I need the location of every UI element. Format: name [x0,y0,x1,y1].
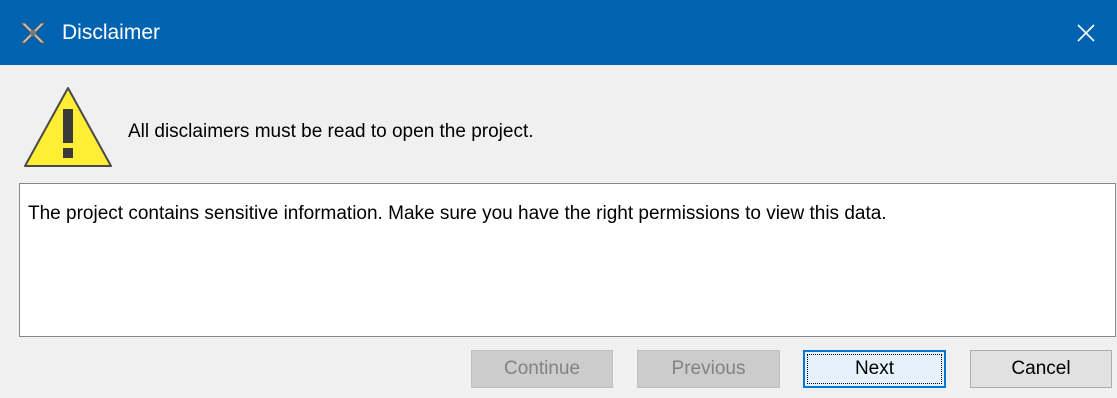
disclaimer-text: The project contains sensitive informati… [28,203,887,224]
next-button-label: Next [854,358,895,379]
title-bar[interactable]: Disclaimer [0,0,1117,65]
satellite-app-icon [19,22,47,44]
close-icon [1077,23,1095,42]
warning-icon [24,87,112,167]
previous-button[interactable]: Previous [637,350,780,388]
continue-button[interactable]: Continue [471,350,613,388]
window-title: Disclaimer [62,21,161,44]
next-button[interactable]: Next [803,350,946,388]
cancel-button[interactable]: Cancel [970,350,1112,388]
close-button[interactable] [1055,0,1117,65]
disclaimer-text-area[interactable]: The project contains sensitive informati… [19,183,1116,337]
disclaimer-dialog: Disclaimer All disclaimers must be read … [0,0,1117,398]
header-message: All disclaimers must be read to open the… [128,121,534,142]
